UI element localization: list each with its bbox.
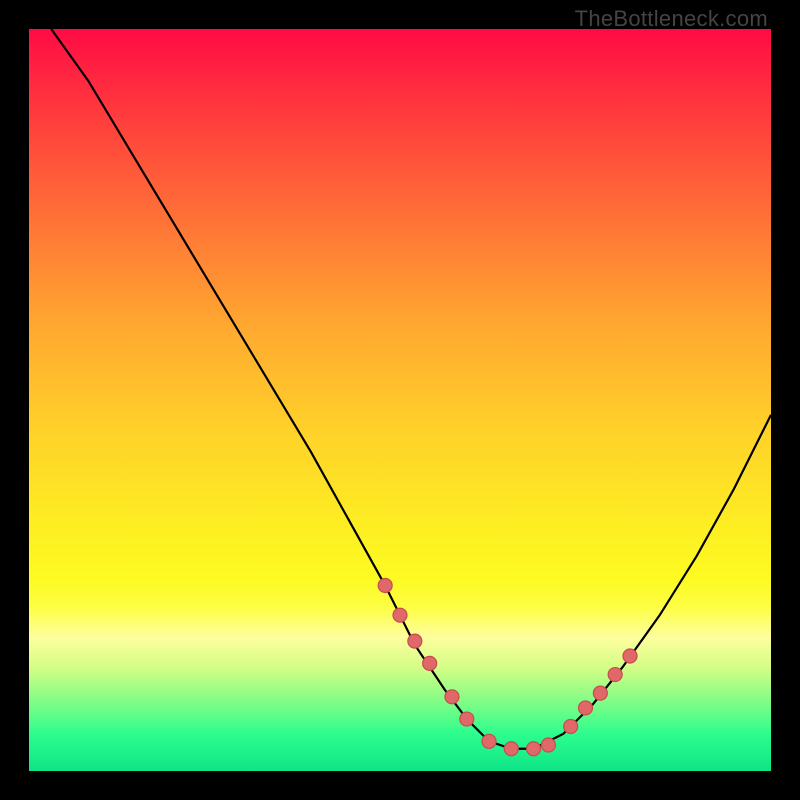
bottleneck-curve — [51, 29, 771, 749]
chart-marker — [564, 719, 578, 733]
chart-marker — [608, 668, 622, 682]
chart-marker — [423, 656, 437, 670]
watermark-text: TheBottleneck.com — [575, 6, 768, 32]
chart-marker — [541, 738, 555, 752]
chart-marker — [504, 742, 518, 756]
chart-marker — [408, 634, 422, 648]
chart-plot-area — [29, 29, 771, 771]
chart-marker — [482, 734, 496, 748]
chart-svg-layer — [29, 29, 771, 771]
chart-marker — [378, 579, 392, 593]
chart-outer-frame: TheBottleneck.com — [0, 0, 800, 800]
chart-marker — [593, 686, 607, 700]
chart-marker — [579, 701, 593, 715]
chart-markers — [378, 579, 637, 756]
chart-marker — [460, 712, 474, 726]
chart-marker — [393, 608, 407, 622]
chart-marker — [445, 690, 459, 704]
chart-marker — [527, 742, 541, 756]
chart-marker — [623, 649, 637, 663]
